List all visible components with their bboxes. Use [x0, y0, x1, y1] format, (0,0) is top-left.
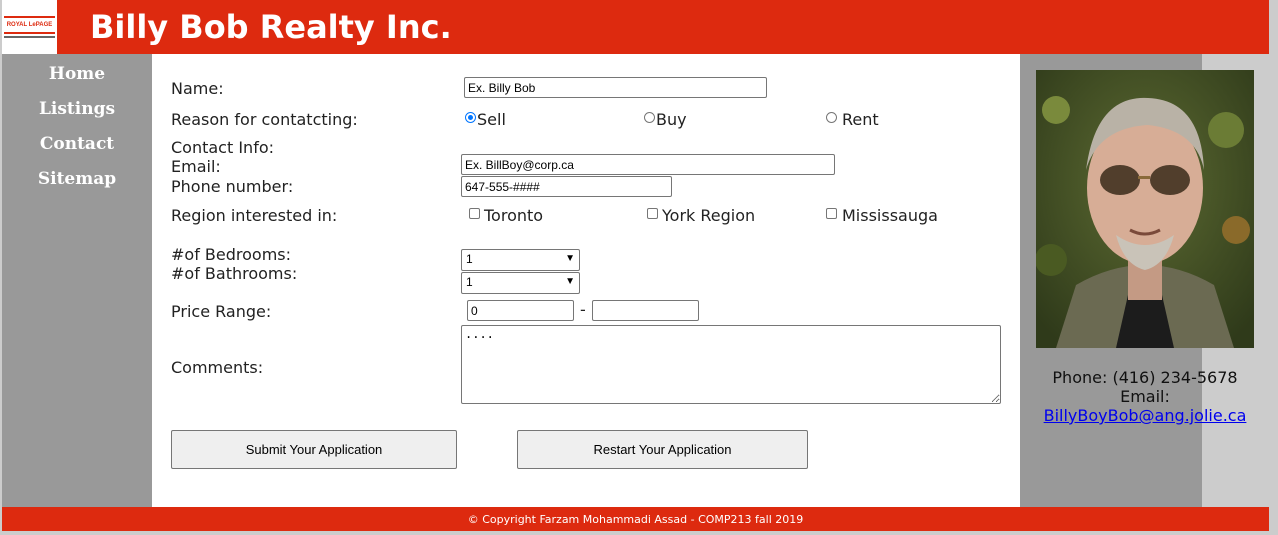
bathrooms-select[interactable]: 1 ▼ [461, 272, 580, 294]
reason-sell-radio[interactable] [465, 112, 476, 123]
phone-label: Phone number: [171, 177, 294, 196]
region-mississauga-label: Mississauga [842, 206, 938, 225]
email-label: Email: [171, 157, 221, 176]
chevron-down-icon: ▼ [565, 276, 575, 287]
logo-stripe [4, 16, 55, 18]
reason-buy-label: Buy [656, 110, 687, 129]
price-label: Price Range: [171, 302, 272, 321]
chevron-down-icon: ▼ [565, 253, 575, 264]
price-min-input[interactable] [467, 300, 574, 321]
agent-phone: Phone: (416) 234-5678 [1052, 368, 1238, 387]
nav-home-link[interactable]: Home [2, 64, 152, 84]
royal-lepage-logo[interactable]: ROYAL LePAGE [2, 0, 57, 54]
phone-input[interactable] [461, 176, 672, 197]
bedrooms-value: 1 [466, 252, 473, 266]
logo-stripe [4, 36, 55, 38]
bathrooms-value: 1 [466, 275, 473, 289]
email-input[interactable] [461, 154, 835, 175]
contact-info-label: Contact Info: [171, 138, 275, 157]
site-title: Billy Bob Realty Inc. [90, 8, 452, 46]
reason-rent-label: Rent [842, 110, 879, 129]
price-separator: - [580, 300, 586, 319]
reason-rent-radio[interactable] [826, 112, 837, 123]
reason-label: Reason for contatcting: [171, 110, 358, 129]
agent-email-label: Email: [1120, 387, 1170, 406]
agent-email-link[interactable]: BillyBoyBob@ang.jolie.ca [1044, 406, 1247, 425]
submit-button[interactable]: Submit Your Application [171, 430, 457, 469]
restart-button[interactable]: Restart Your Application [517, 430, 808, 469]
nav-sitemap-link[interactable]: Sitemap [2, 169, 152, 189]
region-toronto-checkbox[interactable] [469, 208, 480, 219]
sidebar-nav: Home Listings Contact Sitemap [2, 54, 152, 507]
region-toronto-label: Toronto [484, 206, 544, 225]
region-york-label: York Region [662, 206, 756, 225]
region-label: Region interested in: [171, 206, 338, 225]
nav-contact-link[interactable]: Contact [2, 134, 152, 154]
name-label: Name: [171, 79, 224, 98]
region-mississauga-checkbox[interactable] [826, 208, 837, 219]
agent-email-line: BillyBoyBob@ang.jolie.ca [1020, 406, 1270, 425]
nav-listings-link[interactable]: Listings [2, 99, 152, 119]
reason-buy-radio[interactable] [644, 112, 655, 123]
comments-label: Comments: [171, 358, 264, 377]
site-footer: © Copyright Farzam Mohammadi Assad - COM… [2, 507, 1269, 531]
reason-sell-label: Sell [477, 110, 506, 129]
logo-stripe [4, 32, 55, 34]
bathrooms-label: #of Bathrooms: [171, 264, 298, 283]
bedrooms-label: #of Bedrooms: [171, 245, 292, 264]
comments-textarea[interactable]: .... [461, 325, 1001, 404]
agent-photo [1036, 70, 1254, 348]
bedrooms-select[interactable]: 1 ▼ [461, 249, 580, 271]
price-max-input[interactable] [592, 300, 699, 321]
name-input[interactable] [464, 77, 767, 98]
logo-text: ROYAL LePAGE [6, 22, 53, 28]
region-york-checkbox[interactable] [647, 208, 658, 219]
